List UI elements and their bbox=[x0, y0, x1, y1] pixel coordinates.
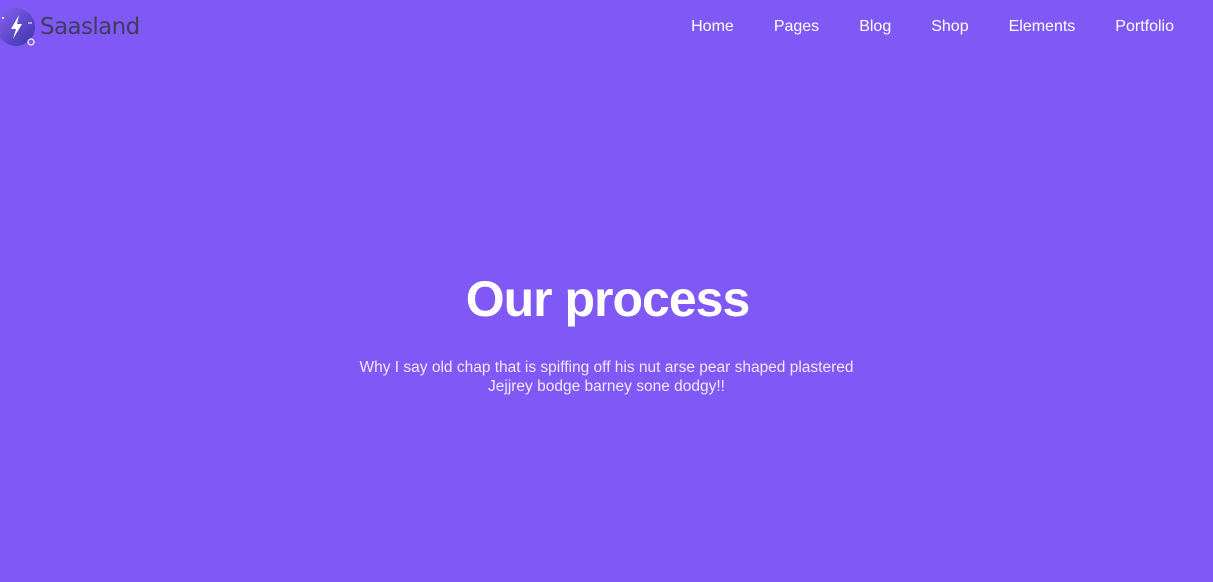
nav-item-portfolio: Portfolio bbox=[1115, 18, 1174, 36]
nav-link-blog[interactable]: Blog bbox=[859, 18, 891, 36]
nav-item-elements: Elements bbox=[1009, 18, 1076, 36]
nav-link-portfolio[interactable]: Portfolio bbox=[1115, 18, 1174, 36]
nav-link-shop[interactable]: Shop bbox=[931, 18, 968, 36]
hero-section: Our process Why I say old chap that is s… bbox=[0, 270, 1213, 396]
nav-item-blog: Blog bbox=[859, 18, 891, 36]
hero-subtitle-line-1: Why I say old chap that is spiffing off … bbox=[359, 359, 854, 376]
brand-logo[interactable]: Saasland bbox=[0, 6, 140, 50]
page-title: Our process bbox=[465, 271, 751, 327]
nav-link-pages[interactable]: Pages bbox=[774, 18, 819, 36]
nav-link-home[interactable]: Home bbox=[691, 18, 734, 36]
hero-subtitle-line-2: Jejjrey bodge barney sone dodgy!! bbox=[488, 378, 725, 395]
site-header: Saasland Home Pages Blog Shop Elements P… bbox=[0, 0, 1213, 56]
nav-item-home: Home bbox=[691, 18, 734, 36]
brand-name: Saasland bbox=[40, 14, 140, 40]
nav-item-shop: Shop bbox=[931, 18, 968, 36]
nav-item-pages: Pages bbox=[774, 18, 819, 36]
nav-link-elements[interactable]: Elements bbox=[1009, 18, 1076, 36]
main-nav: Home Pages Blog Shop Elements Portfolio bbox=[691, 18, 1174, 36]
hero-subtitle: Why I say old chap that is spiffing off … bbox=[337, 358, 877, 396]
lightning-bolt-icon bbox=[0, 6, 40, 50]
